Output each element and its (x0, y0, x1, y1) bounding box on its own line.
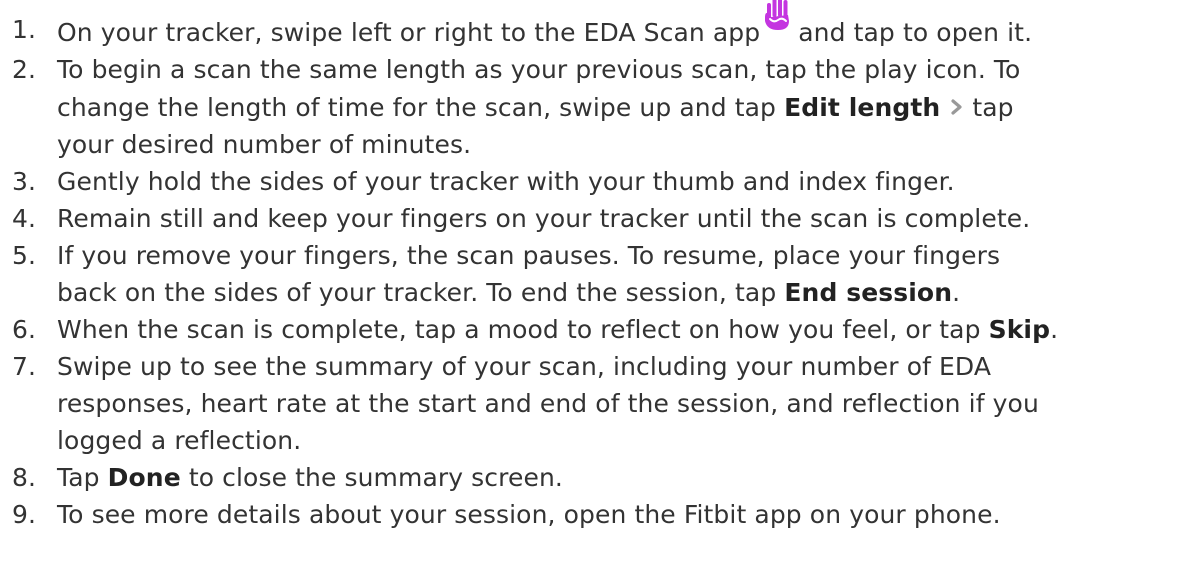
step-text: back on the sides of your tracker. To en… (57, 274, 1186, 311)
step-3: 3. Gently hold the sides of your tracker… (0, 163, 1190, 200)
step-2: 2. To begin a scan the same length as yo… (0, 51, 1190, 163)
step-text-part: and tap to open it. (798, 18, 1033, 47)
step-9: 9. To see more details about your sessio… (0, 496, 1190, 533)
step-text-line: your desired number of minutes. (57, 130, 472, 159)
step-text-part: . (952, 278, 961, 307)
step-text-part: . (1050, 315, 1059, 344)
step-text: When the scan is complete, tap a mood to… (57, 311, 1186, 348)
done-label: Done (107, 463, 181, 492)
step-text-line: responses, heart rate at the start and e… (57, 389, 1039, 418)
step-number: 5. (12, 241, 37, 270)
step-number: 7. (12, 352, 37, 381)
step-number: 9. (12, 500, 37, 529)
step-number: 1. (12, 15, 37, 44)
instruction-steps: 1. On your tracker, swipe left or right … (0, 0, 1190, 533)
skip-label: Skip (988, 315, 1051, 344)
step-5: 5. If you remove your fingers, the scan … (0, 237, 1190, 311)
hand-icon (764, 0, 792, 31)
step-text-part: back on the sides of your tracker. To en… (57, 278, 777, 307)
chevron-right-icon (950, 88, 964, 115)
step-text-part: On your tracker, swipe left or right to … (57, 18, 761, 47)
step-text: On your tracker, swipe left or right to … (57, 0, 1186, 51)
step-text-line: Gently hold the sides of your tracker wi… (57, 167, 955, 196)
step-number: 2. (12, 55, 37, 84)
step-text-line: logged a reflection. (57, 426, 302, 455)
step-number: 4. (12, 204, 37, 233)
end-session-label: End session (784, 278, 953, 307)
step-text-line: Remain still and keep your fingers on yo… (57, 204, 1031, 233)
step-number: 8. (12, 463, 37, 492)
step-8: 8. Tap Done to close the summary screen. (0, 459, 1190, 496)
step-text-line: To see more details about your session, … (57, 500, 1001, 529)
step-text-part: When the scan is complete, tap a mood to… (57, 315, 981, 344)
step-text-part: Tap (57, 463, 100, 492)
step-text-line: If you remove your fingers, the scan pau… (57, 241, 1001, 270)
step-text-line: To begin a scan the same length as your … (57, 55, 1021, 84)
step-number: 6. (12, 315, 37, 344)
step-text-part: to close the summary screen. (188, 463, 563, 492)
step-4: 4. Remain still and keep your fingers on… (0, 200, 1190, 237)
step-text-line: Swipe up to see the summary of your scan… (57, 352, 992, 381)
step-text-part: tap (972, 93, 1014, 122)
step-6: 6. When the scan is complete, tap a mood… (0, 311, 1190, 348)
step-text-part: change the length of time for the scan, … (57, 93, 777, 122)
step-number: 3. (12, 167, 37, 196)
step-1: 1. On your tracker, swipe left or right … (0, 0, 1190, 51)
step-text: change the length of time for the scan, … (57, 88, 1186, 126)
edit-length-label: Edit length (784, 93, 941, 122)
step-7: 7. Swipe up to see the summary of your s… (0, 348, 1190, 459)
step-text: Tap Done to close the summary screen. (57, 459, 1186, 496)
